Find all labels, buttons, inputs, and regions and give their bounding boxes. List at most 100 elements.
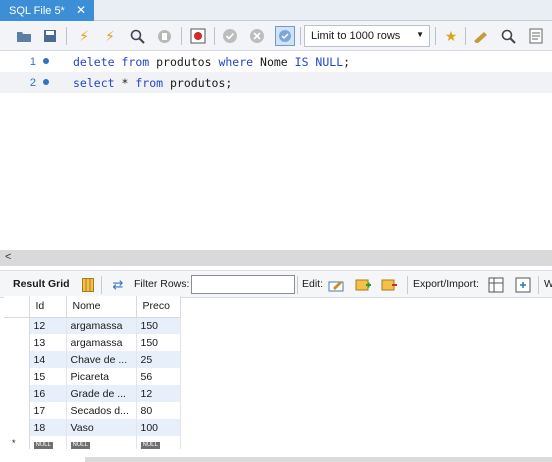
null-cell-nome[interactable]: NULL [66, 436, 137, 449]
cell-id[interactable]: 15 [29, 368, 67, 385]
find-magnifier-icon[interactable] [498, 26, 518, 46]
cell-nome[interactable]: Vaso [66, 419, 137, 436]
export-import-label: Export/Import: [413, 278, 479, 290]
table-row[interactable]: 18 Vaso 100 [4, 419, 181, 436]
cell-preco[interactable]: 150 [136, 317, 181, 334]
null-badge: NULL [70, 441, 90, 449]
row-gutter[interactable] [4, 419, 30, 436]
row-gutter[interactable] [4, 368, 30, 385]
limit-rows-value: Limit to 1000 rows [311, 30, 401, 42]
toolbar-separator [214, 27, 215, 45]
cell-preco[interactable]: 12 [136, 385, 181, 402]
toolbar-separator [435, 27, 436, 45]
table-row[interactable]: 15 Picareta 56 [4, 368, 181, 385]
cell-nome[interactable]: Secados d... [66, 402, 137, 419]
rollback-x-icon[interactable] [247, 26, 267, 46]
cell-preco[interactable]: 100 [136, 419, 181, 436]
explain-magnifier-icon[interactable] [127, 26, 147, 46]
null-badge: NULL [33, 441, 53, 449]
new-row[interactable]: * NULL NULL NULL [4, 436, 181, 449]
row-gutter[interactable] [4, 351, 30, 368]
toolbar-separator [297, 276, 298, 294]
new-row-marker: * [4, 436, 30, 449]
column-header-id[interactable]: Id [29, 296, 67, 318]
save-icon[interactable] [40, 26, 60, 46]
tab-title: SQL File 5* [9, 4, 65, 17]
cell-nome[interactable]: Grade de ... [66, 385, 137, 402]
filter-rows-input[interactable] [191, 275, 295, 294]
cell-id[interactable]: 16 [29, 385, 67, 402]
row-gutter[interactable] [4, 317, 30, 334]
column-header-preco[interactable]: Preco [136, 296, 181, 318]
toolbar-separator [300, 27, 301, 45]
tab-sql-file-5[interactable]: SQL File 5* ✕ [0, 0, 94, 21]
export-grid-icon[interactable] [487, 276, 505, 294]
delete-row-icon[interactable] [380, 276, 398, 294]
code-line-1[interactable]: 1 delete from produtos where Nome IS NUL… [0, 51, 552, 72]
cell-id[interactable]: 13 [29, 334, 67, 351]
toolbar-separator [538, 276, 539, 294]
statement-marker-icon [43, 58, 49, 64]
grid-view-icon[interactable] [79, 276, 97, 294]
row-gutter-header [4, 296, 30, 318]
toolbar-separator [465, 27, 466, 45]
editor-horizontal-scrollbar[interactable]: < [0, 250, 552, 266]
editor-toolbar: ⚡ ⚡ Limit to 1000 rows ▼ ★ [0, 21, 552, 51]
null-cell-preco[interactable]: NULL [136, 436, 181, 449]
table-row[interactable]: 16 Grade de ... 12 [4, 385, 181, 402]
sql-editor[interactable]: 1 delete from produtos where Nome IS NUL… [0, 51, 552, 250]
import-grid-icon[interactable] [514, 276, 532, 294]
scroll-left-arrow-icon[interactable]: < [5, 251, 11, 263]
toolbar-separator [181, 27, 182, 45]
edit-label: Edit: [302, 278, 324, 290]
cell-nome[interactable]: argamassa [66, 334, 137, 351]
open-folder-icon[interactable] [14, 26, 34, 46]
beautify-brush-icon[interactable] [471, 26, 491, 46]
word-wrap-icon[interactable] [526, 26, 546, 46]
cell-preco[interactable]: 80 [136, 402, 181, 419]
cell-id[interactable]: 14 [29, 351, 67, 368]
commit-check-icon[interactable] [220, 26, 240, 46]
header-row: Id Nome Preco [4, 296, 181, 318]
statement-marker-icon [43, 79, 49, 85]
null-cell-id[interactable]: NULL [29, 436, 67, 449]
cell-preco[interactable]: 150 [136, 334, 181, 351]
table-row[interactable]: 14 Chave de ... 25 [4, 351, 181, 368]
cell-nome[interactable]: argamassa [66, 317, 137, 334]
row-gutter[interactable] [4, 402, 30, 419]
chevron-down-icon: ▼ [416, 30, 424, 39]
column-header-nome[interactable]: Nome [66, 296, 137, 318]
code-text: delete from produtos where Nome IS NULL; [73, 54, 351, 69]
add-row-icon[interactable] [354, 276, 372, 294]
row-gutter[interactable] [4, 334, 30, 351]
table-row[interactable]: 13 argamassa 150 [4, 334, 181, 351]
cell-nome[interactable]: Chave de ... [66, 351, 137, 368]
result-grid-table[interactable]: Id Nome Preco 12 argamassa 150 13 argama… [4, 296, 181, 449]
code-line-2[interactable]: 2 select * from produtos; [0, 72, 552, 93]
grid-horizontal-scrollbar[interactable] [85, 457, 552, 462]
cell-preco[interactable]: 25 [136, 351, 181, 368]
result-toolbar: Result Grid ⇄ Filter Rows: Edit: Export/… [0, 270, 552, 298]
result-grid-tab[interactable]: Result Grid [13, 278, 70, 290]
table-row[interactable]: 17 Secados d... 80 [4, 402, 181, 419]
stop-hand-icon[interactable] [154, 26, 174, 46]
execute-lightning-icon[interactable]: ⚡ [74, 26, 94, 46]
limit-rows-select[interactable]: Limit to 1000 rows ▼ [304, 25, 430, 47]
table-row[interactable]: 12 argamassa 150 [4, 317, 181, 334]
autocommit-toggle-icon[interactable] [275, 26, 295, 46]
cell-id[interactable]: 18 [29, 419, 67, 436]
toolbar-separator [66, 27, 67, 45]
cell-id[interactable]: 12 [29, 317, 67, 334]
null-badge: NULL [140, 441, 160, 449]
cell-nome[interactable]: Picareta [66, 368, 137, 385]
add-snippet-star-icon[interactable]: ★ [441, 26, 461, 46]
cell-id[interactable]: 17 [29, 402, 67, 419]
edit-row-icon[interactable] [327, 276, 345, 294]
row-gutter[interactable] [4, 385, 30, 402]
wrap-cell-label[interactable]: W [544, 278, 552, 290]
toggle-error-stop-icon[interactable] [188, 26, 208, 46]
cell-preco[interactable]: 56 [136, 368, 181, 385]
refresh-arrows-icon[interactable]: ⇄ [109, 276, 127, 294]
execute-current-lightning-icon[interactable]: ⚡ [100, 26, 120, 46]
tab-close-icon[interactable]: ✕ [76, 3, 86, 17]
